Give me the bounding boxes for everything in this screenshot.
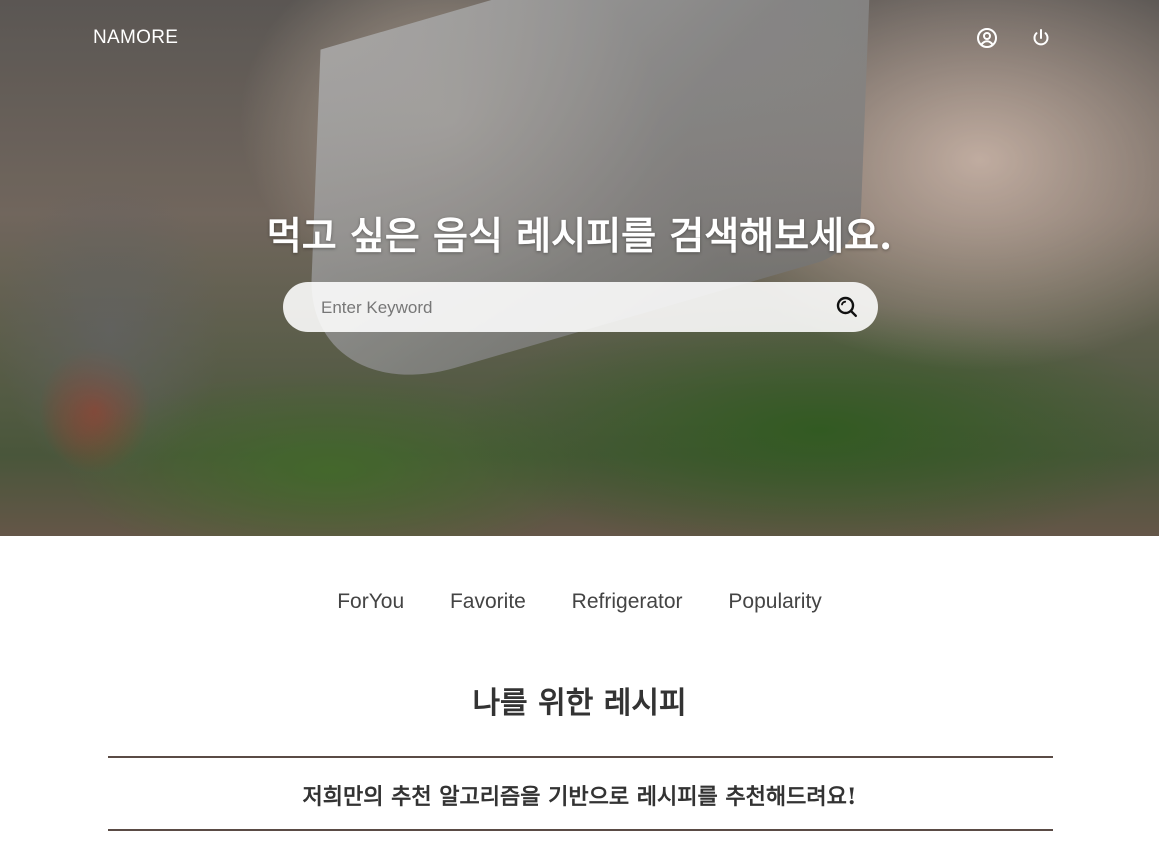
search-input[interactable] [319, 282, 803, 334]
search-bar [283, 282, 878, 334]
section-subtitle: 저희만의 추천 알고리즘을 기반으로 레시피를 추천해드려요! [302, 784, 857, 810]
category-tabs: ForYou Favorite Refrigerator Popularity [0, 590, 1159, 614]
brand-logo[interactable]: NAMORE [93, 27, 178, 49]
tab-popularity[interactable]: Popularity [728, 590, 821, 614]
hero-overlay [0, 0, 1159, 536]
top-navbar: NAMORE [0, 0, 1159, 78]
search-icon[interactable] [834, 294, 860, 320]
hero-banner: NAMORE 먹고 싶은 음식 레시피를 검색해보세요. [0, 0, 1159, 536]
tab-refrigerator[interactable]: Refrigerator [572, 590, 683, 614]
power-icon[interactable] [1029, 26, 1053, 50]
tab-favorite[interactable]: Favorite [450, 590, 526, 614]
divider-bottom [108, 829, 1053, 831]
divider-top [108, 756, 1053, 758]
hero-title: 먹고 싶은 음식 레시피를 검색해보세요. [266, 213, 893, 258]
section-title: 나를 위한 레시피 [472, 686, 687, 721]
user-circle-icon[interactable] [975, 26, 999, 50]
tab-for-you[interactable]: ForYou [337, 590, 404, 614]
